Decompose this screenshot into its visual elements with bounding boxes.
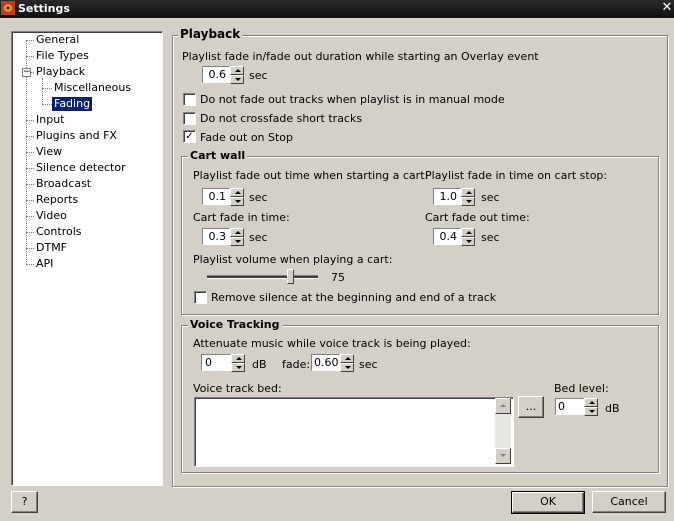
tree-item-fading[interactable]: Fading — [52, 97, 93, 111]
cart-fade-out-start-value[interactable]: 0.1 — [202, 188, 230, 205]
spin-up-icon[interactable] — [230, 188, 244, 197]
spin-down-icon[interactable] — [340, 363, 354, 372]
fade-label: fade: — [282, 358, 311, 371]
browse-bed-button[interactable]: ... — [518, 396, 544, 418]
ok-button[interactable]: OK — [511, 491, 585, 514]
cart-fade-in-stepper[interactable]: 0.3 — [202, 228, 244, 247]
cart-volume-value: 75 — [331, 271, 345, 284]
bed-level-value[interactable]: 0 — [555, 398, 584, 415]
spin-down-icon[interactable] — [231, 363, 245, 372]
tree-item-input[interactable]: Input — [36, 113, 64, 127]
settings-tree[interactable]: − General File Types Playback Miscellane… — [11, 31, 163, 486]
voice-title: Voice Tracking — [188, 318, 282, 331]
voice-bed-input[interactable] — [194, 397, 514, 467]
overlay-fade-stepper[interactable]: 0.6 — [202, 66, 244, 85]
scroll-up-icon[interactable] — [495, 398, 511, 414]
attenuate-stepper[interactable]: 0 — [201, 354, 246, 373]
tree-item-api[interactable]: API — [36, 257, 53, 271]
fade-on-stop-checkbox[interactable]: ✓ — [183, 130, 196, 143]
cart-fade-out-start-label: Playlist fade out time when starting a c… — [193, 169, 429, 182]
attenuate-unit: dB — [252, 358, 267, 371]
tree-item-controls[interactable]: Controls — [36, 225, 82, 239]
cart-fade-out-unit: sec — [481, 231, 500, 244]
collapse-icon[interactable]: − — [22, 68, 31, 77]
tree-item-playback[interactable]: Playback — [36, 65, 85, 79]
tree-item-dtmf[interactable]: DTMF — [36, 241, 67, 255]
tree-item-video[interactable]: Video — [36, 209, 67, 223]
voice-fade-stepper[interactable]: 0.60 — [311, 354, 354, 373]
cart-fade-out-label: Cart fade out time: — [425, 211, 530, 224]
tree-item-plugins-fx[interactable]: Plugins and FX — [36, 129, 117, 143]
cart-fade-in-unit: sec — [249, 231, 268, 244]
spin-up-icon[interactable] — [230, 228, 244, 237]
tree-item-broadcast[interactable]: Broadcast — [36, 177, 91, 191]
tree-item-view[interactable]: View — [36, 145, 62, 159]
title-bar[interactable] — [0, 0, 674, 18]
cart-fade-in-label: Cart fade in time: — [193, 211, 290, 224]
help-button[interactable]: ? — [11, 491, 38, 513]
spin-down-icon[interactable] — [584, 407, 598, 416]
overlay-fade-unit: sec — [249, 69, 268, 82]
manual-mode-checkbox[interactable] — [183, 93, 196, 106]
cancel-button[interactable]: Cancel — [592, 491, 666, 513]
overlay-fade-value[interactable]: 0.6 — [202, 66, 230, 83]
crossfade-short-checkbox[interactable] — [183, 112, 196, 125]
attenuate-label: Attenuate music while voice track is bei… — [193, 337, 471, 350]
tree-item-general[interactable]: General — [36, 33, 79, 47]
spin-up-icon[interactable] — [340, 354, 354, 363]
spin-down-icon[interactable] — [230, 197, 244, 206]
spin-up-icon[interactable] — [230, 66, 244, 75]
bed-level-unit: dB — [605, 402, 620, 415]
window-title: Settings — [18, 2, 70, 15]
manual-mode-label[interactable]: Do not fade out tracks when playlist is … — [200, 93, 505, 106]
cart-fade-in-value[interactable]: 0.3 — [202, 228, 230, 245]
cart-volume-label: Playlist volume when playing a cart: — [193, 253, 393, 266]
spin-up-icon[interactable] — [461, 188, 475, 197]
tree-item-file-types[interactable]: File Types — [36, 49, 89, 63]
cartwall-title: Cart wall — [188, 149, 248, 162]
voice-fade-value[interactable]: 0.60 — [311, 354, 340, 371]
bed-level-stepper[interactable]: 0 — [555, 398, 598, 417]
spin-down-icon[interactable] — [230, 237, 244, 246]
close-icon[interactable]: ✕ — [660, 1, 674, 15]
cart-fade-in-stop-value[interactable]: 1.0 — [433, 188, 461, 205]
bed-level-label: Bed level: — [554, 382, 609, 395]
cart-volume-track[interactable] — [207, 275, 318, 279]
spin-down-icon[interactable] — [230, 75, 244, 84]
tree-item-silence-detector[interactable]: Silence detector — [36, 161, 126, 175]
voice-bed-label: Voice track bed: — [193, 382, 282, 395]
tree-item-reports[interactable]: Reports — [36, 193, 78, 207]
voice-bed-scrollbar[interactable] — [495, 398, 511, 464]
app-icon — [1, 1, 15, 15]
overlay-fade-label: Playlist fade in/fade out duration while… — [182, 50, 539, 63]
remove-silence-checkbox[interactable] — [194, 291, 207, 304]
spin-down-icon[interactable] — [461, 237, 475, 246]
cart-fade-out-start-unit: sec — [249, 191, 268, 204]
cart-fade-out-value[interactable]: 0.4 — [433, 228, 461, 245]
playback-title: Playback — [178, 27, 243, 41]
cart-fade-in-stop-unit: sec — [481, 191, 500, 204]
crossfade-short-label[interactable]: Do not crossfade short tracks — [200, 112, 362, 125]
spin-up-icon[interactable] — [231, 354, 245, 363]
scroll-down-icon[interactable] — [495, 448, 511, 464]
attenuate-value[interactable]: 0 — [201, 354, 231, 371]
cart-fade-in-stop-label: Playlist fade in time on cart stop: — [425, 169, 608, 182]
cart-fade-out-stepper[interactable]: 0.4 — [433, 228, 475, 247]
fade-on-stop-label[interactable]: Fade out on Stop — [200, 131, 293, 144]
spin-up-icon[interactable] — [461, 228, 475, 237]
cart-fade-out-start-stepper[interactable]: 0.1 — [202, 188, 244, 207]
remove-silence-label[interactable]: Remove silence at the beginning and end … — [211, 291, 496, 304]
cart-volume-slider[interactable] — [287, 269, 295, 284]
tree-item-miscellaneous[interactable]: Miscellaneous — [54, 81, 131, 95]
cart-fade-in-stop-stepper[interactable]: 1.0 — [433, 188, 475, 207]
spin-down-icon[interactable] — [461, 197, 475, 206]
spin-up-icon[interactable] — [584, 398, 598, 407]
voice-fade-unit: sec — [359, 358, 378, 371]
